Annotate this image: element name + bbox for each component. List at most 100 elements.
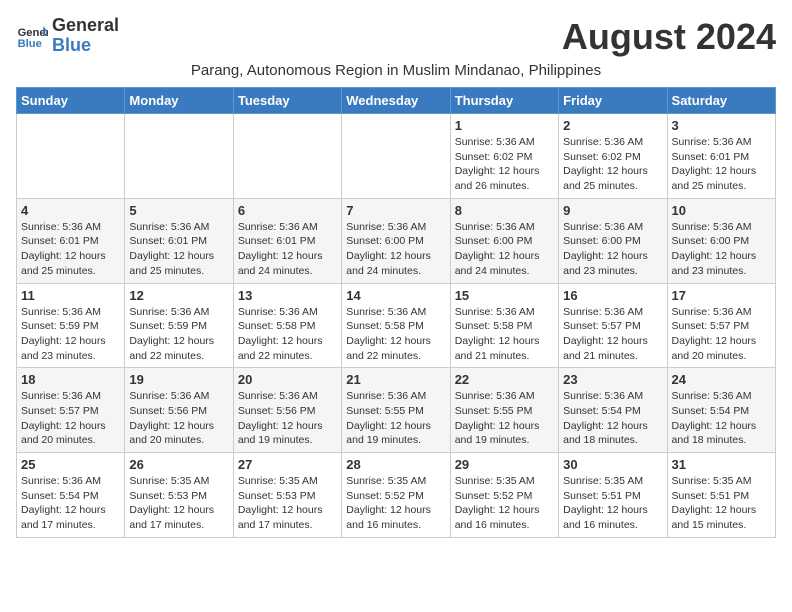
day-info: Sunrise: 5:35 AMSunset: 5:51 PMDaylight:…	[563, 474, 662, 533]
logo-blue-text: Blue	[52, 35, 91, 55]
table-row: 29 Sunrise: 5:35 AMSunset: 5:52 PMDayligh…	[450, 453, 558, 538]
table-row: 28Sunrise: 5:35 AMSunset: 5:52 PMDayligh…	[342, 453, 450, 538]
day-number: 26	[129, 457, 228, 472]
day-info: Sunrise: 5:36 AMSunset: 5:58 PMDaylight:…	[238, 305, 337, 364]
day-number: 27	[238, 457, 337, 472]
day-info: Sunrise: 5:36 AMSunset: 6:00 PMDaylight:…	[563, 220, 662, 279]
table-row	[17, 114, 125, 199]
table-row: 4Sunrise: 5:36 AMSunset: 6:01 PMDaylight…	[17, 198, 125, 283]
table-row: 21 Sunrise: 5:36 AMSunset: 5:55 PMDayligh…	[342, 368, 450, 453]
day-number: 5	[129, 203, 228, 218]
table-row: 27 Sunrise: 5:35 AMSunset: 5:53 PMDayligh…	[233, 453, 341, 538]
day-number: 24	[672, 372, 771, 387]
table-row: 24 Sunrise: 5:36 AMSunset: 5:54 PMDayligh…	[667, 368, 775, 453]
day-info: Sunrise: 5:36 AMSunset: 6:01 PMDaylight:…	[238, 220, 337, 279]
table-row: 2 Sunrise: 5:36 AMSunset: 6:02 PMDaylight…	[559, 114, 667, 199]
day-number: 11	[21, 288, 120, 303]
svg-text:Blue: Blue	[18, 38, 42, 50]
day-number: 7	[346, 203, 445, 218]
table-row: 22 Sunrise: 5:36 AMSunset: 5:55 PMDayligh…	[450, 368, 558, 453]
table-row: 26 Sunrise: 5:35 AMSunset: 5:53 PMDayligh…	[125, 453, 233, 538]
day-info: Sunrise: 5:36 AMSunset: 5:59 PMDaylight:…	[21, 305, 120, 364]
table-row: 9 Sunrise: 5:36 AMSunset: 6:00 PMDaylight…	[559, 198, 667, 283]
day-number: 29	[455, 457, 554, 472]
table-row: 17 Sunrise: 5:36 AMSunset: 5:57 PMDayligh…	[667, 283, 775, 368]
day-number: 21	[346, 372, 445, 387]
table-row: 5 Sunrise: 5:36 AMSunset: 6:01 PMDaylight…	[125, 198, 233, 283]
day-number: 23	[563, 372, 662, 387]
table-row: 6 Sunrise: 5:36 AMSunset: 6:01 PMDaylight…	[233, 198, 341, 283]
day-info: Sunrise: 5:36 AMSunset: 5:54 PMDaylight:…	[672, 389, 771, 448]
day-info: Sunrise: 5:36 AMSunset: 6:00 PMDaylight:…	[346, 220, 445, 279]
table-row	[342, 114, 450, 199]
header-thursday: Thursday	[450, 88, 558, 114]
day-number: 14	[346, 288, 445, 303]
table-row: 14 Sunrise: 5:36 AMSunset: 5:58 PMDayligh…	[342, 283, 450, 368]
header-monday: Monday	[125, 88, 233, 114]
calendar-header-row: Sunday Monday Tuesday Wednesday Thursday…	[17, 88, 776, 114]
day-number: 9	[563, 203, 662, 218]
calendar-subtitle: Parang, Autonomous Region in Muslim Mind…	[16, 62, 776, 79]
table-row: 25Sunrise: 5:36 AMSunset: 5:54 PMDayligh…	[17, 453, 125, 538]
table-row: 18 Sunrise: 5:36 AMSunset: 5:57 PMDayligh…	[17, 368, 125, 453]
table-row	[233, 114, 341, 199]
week-row-4: 18 Sunrise: 5:36 AMSunset: 5:57 PMDayligh…	[17, 368, 776, 453]
day-number: 2	[563, 118, 662, 133]
table-row	[125, 114, 233, 199]
table-row: 30Sunrise: 5:35 AMSunset: 5:51 PMDayligh…	[559, 453, 667, 538]
day-number: 13	[238, 288, 337, 303]
day-number: 19	[129, 372, 228, 387]
logo-icon: General Blue	[16, 20, 48, 52]
logo: General Blue General Blue	[16, 16, 119, 56]
header-friday: Friday	[559, 88, 667, 114]
day-number: 3	[672, 118, 771, 133]
day-info: Sunrise: 5:36 AMSunset: 6:02 PMDaylight:…	[563, 135, 662, 194]
day-info: Sunrise: 5:36 AMSunset: 5:57 PMDaylight:…	[672, 305, 771, 364]
day-info: Sunrise: 5:35 AMSunset: 5:53 PMDaylight:…	[238, 474, 337, 533]
day-info: Sunrise: 5:36 AMSunset: 5:54 PMDaylight:…	[21, 474, 120, 533]
day-number: 8	[455, 203, 554, 218]
day-number: 10	[672, 203, 771, 218]
table-row: 8 Sunrise: 5:36 AMSunset: 6:00 PMDaylight…	[450, 198, 558, 283]
table-row: 12Sunrise: 5:36 AMSunset: 5:59 PMDayligh…	[125, 283, 233, 368]
day-number: 1	[455, 118, 554, 133]
week-row-2: 4Sunrise: 5:36 AMSunset: 6:01 PMDaylight…	[17, 198, 776, 283]
header-saturday: Saturday	[667, 88, 775, 114]
table-row: 11 Sunrise: 5:36 AMSunset: 5:59 PMDayligh…	[17, 283, 125, 368]
day-info: Sunrise: 5:36 AMSunset: 5:55 PMDaylight:…	[455, 389, 554, 448]
day-number: 22	[455, 372, 554, 387]
day-info: Sunrise: 5:35 AMSunset: 5:52 PMDaylight:…	[455, 474, 554, 533]
day-info: Sunrise: 5:36 AMSunset: 6:01 PMDaylight:…	[129, 220, 228, 279]
day-info: Sunrise: 5:36 AMSunset: 5:56 PMDaylight:…	[129, 389, 228, 448]
table-row: 1Sunrise: 5:36 AMSunset: 6:02 PMDaylight…	[450, 114, 558, 199]
day-number: 18	[21, 372, 120, 387]
week-row-5: 25Sunrise: 5:36 AMSunset: 5:54 PMDayligh…	[17, 453, 776, 538]
day-info: Sunrise: 5:36 AMSunset: 6:00 PMDaylight:…	[672, 220, 771, 279]
table-row: 13 Sunrise: 5:36 AMSunset: 5:58 PMDayligh…	[233, 283, 341, 368]
week-row-1: 1 Sunrise: 5:36 AMSunset: 6:02 PMDaylight…	[17, 114, 776, 199]
day-info: Sunrise: 5:36 AMSunset: 6:01 PMDaylight:…	[672, 135, 771, 194]
table-row: 23 Sunrise: 5:36 AMSunset: 5:54 PMDayligh…	[559, 368, 667, 453]
day-number: 28	[346, 457, 445, 472]
day-info: Sunrise: 5:36 AMSunset: 6:00 PMDaylight:…	[455, 220, 554, 279]
day-info: Sunrise: 5:36 AMSunset: 5:56 PMDaylight:…	[238, 389, 337, 448]
day-number: 15	[455, 288, 554, 303]
day-info: Sunrise: 5:36 AMSunset: 5:55 PMDaylight:…	[346, 389, 445, 448]
day-info: Sunrise: 5:36 AMSunset: 5:57 PMDaylight:…	[563, 305, 662, 364]
header-sunday: Sunday	[17, 88, 125, 114]
day-info: Sunrise: 5:36 AMSunset: 5:54 PMDaylight:…	[563, 389, 662, 448]
header-wednesday: Wednesday	[342, 88, 450, 114]
day-info: Sunrise: 5:36 AMSunset: 5:57 PMDaylight:…	[21, 389, 120, 448]
header-tuesday: Tuesday	[233, 88, 341, 114]
day-info: Sunrise: 5:36 AMSunset: 5:58 PMDaylight:…	[346, 305, 445, 364]
table-row: 20Sunrise: 5:36 AMSunset: 5:56 PMDayligh…	[233, 368, 341, 453]
day-number: 31	[672, 457, 771, 472]
day-number: 6	[238, 203, 337, 218]
logo-general-text: General	[52, 15, 119, 35]
table-row: 31Sunrise: 5:35 AMSunset: 5:51 PMDayligh…	[667, 453, 775, 538]
day-number: 17	[672, 288, 771, 303]
day-number: 16	[563, 288, 662, 303]
day-info: Sunrise: 5:35 AMSunset: 5:53 PMDaylight:…	[129, 474, 228, 533]
table-row: 19 Sunrise: 5:36 AMSunset: 5:56 PMDayligh…	[125, 368, 233, 453]
page-header: General Blue General Blue August 2024	[16, 16, 776, 58]
